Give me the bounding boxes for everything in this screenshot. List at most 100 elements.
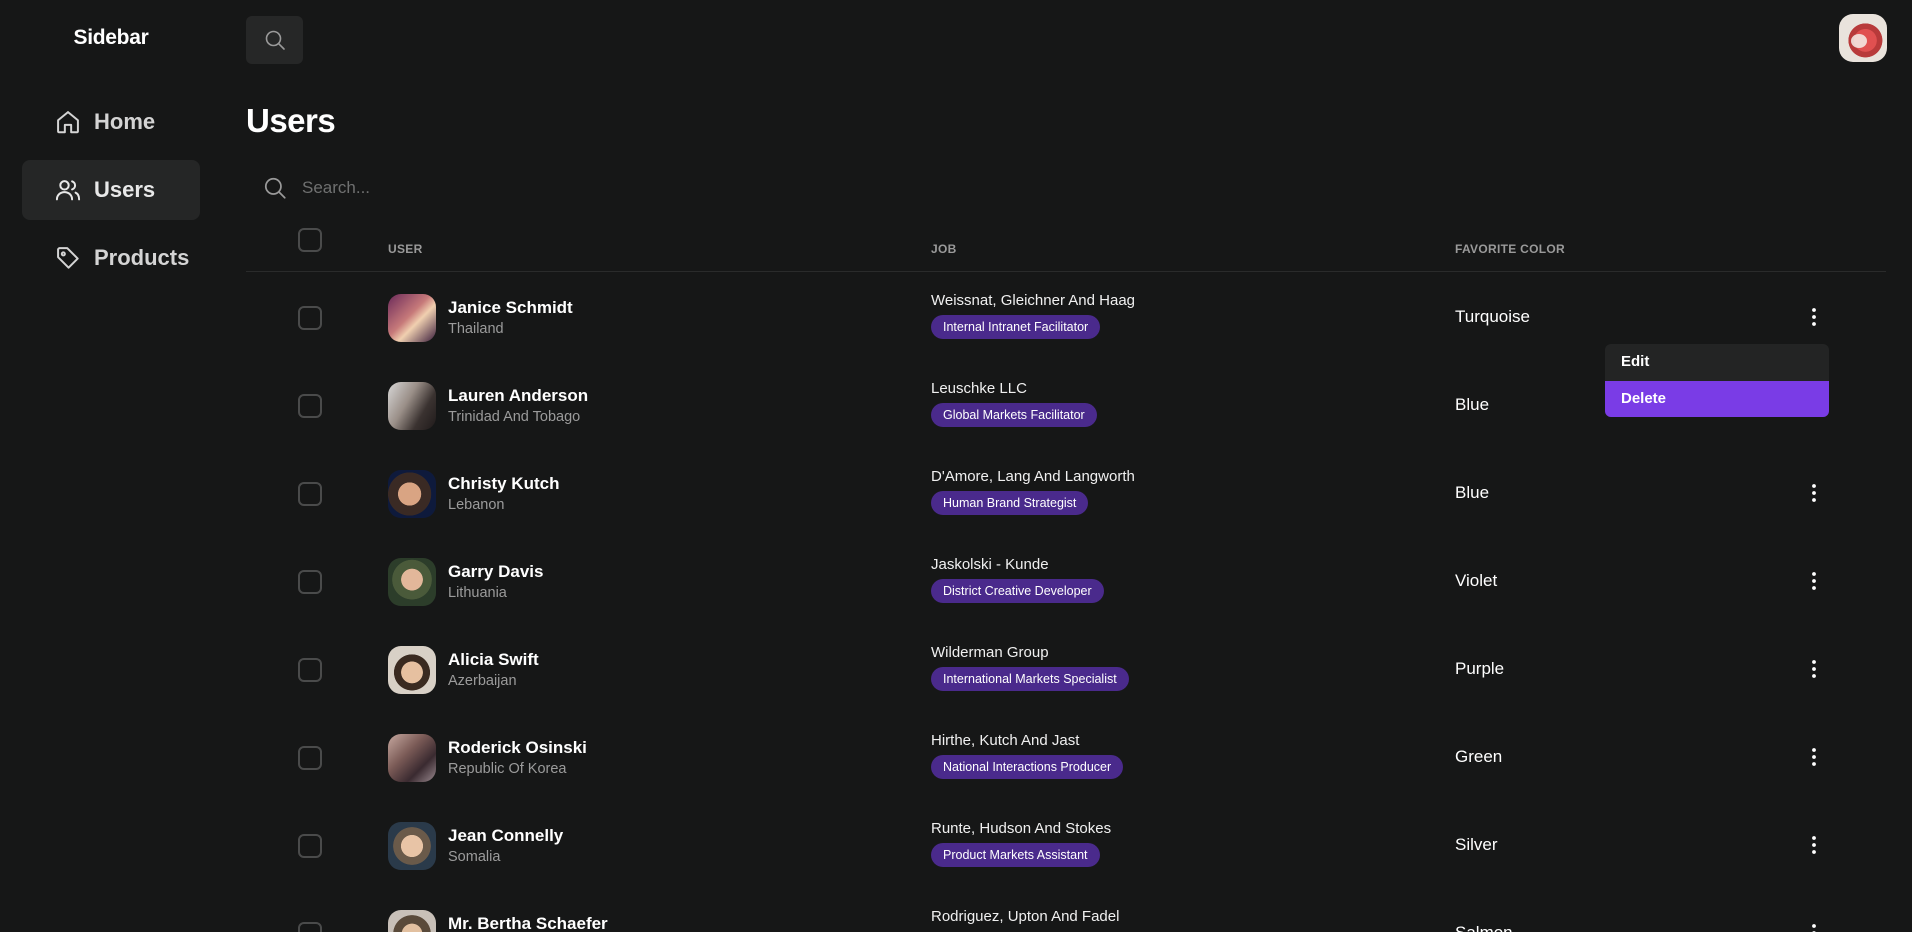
job-company: Rodriguez, Upton And Fadel bbox=[931, 908, 1120, 925]
sidebar-item-label: Users bbox=[94, 177, 156, 202]
app-root: Sidebar Home Users Products Users Search… bbox=[0, 0, 1912, 932]
user-search bbox=[262, 174, 862, 202]
job-title-badge: Global Markets Facilitator bbox=[931, 403, 1097, 427]
user-avatar[interactable] bbox=[1839, 14, 1887, 62]
user-name: Lauren Anderson bbox=[448, 386, 589, 405]
sidebar-item-users[interactable]: Users bbox=[22, 160, 200, 220]
table-row: Alicia Swift Azerbaijan Wilderman Group … bbox=[246, 626, 1886, 714]
avatar bbox=[388, 382, 436, 430]
users-icon bbox=[54, 176, 82, 204]
job-title-badge: Product Markets Assistant bbox=[931, 843, 1100, 867]
user-country: Somalia bbox=[448, 849, 501, 865]
home-icon bbox=[54, 108, 82, 136]
user-country: Lebanon bbox=[448, 497, 505, 513]
row-actions-button[interactable] bbox=[1804, 655, 1824, 683]
tag-icon bbox=[54, 244, 82, 272]
sidebar-item-products[interactable]: Products bbox=[22, 228, 200, 288]
column-header-user: USER bbox=[388, 242, 423, 256]
more-vertical-icon bbox=[1812, 836, 1816, 854]
more-vertical-icon bbox=[1812, 660, 1816, 678]
row-checkbox[interactable] bbox=[298, 394, 322, 418]
job-title-badge: National Interactions Producer bbox=[931, 755, 1124, 779]
user-country: Azerbaijan bbox=[448, 673, 517, 689]
avatar bbox=[388, 558, 436, 606]
avatar bbox=[388, 910, 436, 932]
table-row: Garry Davis Lithuania Jaskolski - Kunde … bbox=[246, 538, 1886, 626]
search-input[interactable] bbox=[302, 178, 802, 198]
avatar bbox=[388, 646, 436, 694]
table-row: Christy Kutch Lebanon D'Amore, Lang And … bbox=[246, 450, 1886, 538]
job-title-badge: International Markets Specialist bbox=[931, 667, 1129, 691]
select-all-checkbox[interactable] bbox=[298, 228, 322, 252]
table-row: Roderick Osinski Republic Of Korea Hirth… bbox=[246, 714, 1886, 802]
menu-item-delete[interactable]: Delete bbox=[1605, 380, 1829, 417]
job-title-badge: District Creative Developer bbox=[931, 579, 1104, 603]
favorite-color: Salmon bbox=[1455, 923, 1513, 932]
job-company: Jaskolski - Kunde bbox=[931, 556, 1049, 573]
row-checkbox[interactable] bbox=[298, 306, 322, 330]
sidebar-item-label: Home bbox=[94, 109, 156, 134]
column-header-job: JOB bbox=[931, 242, 957, 256]
row-actions-menu: Edit Delete bbox=[1605, 344, 1829, 417]
favorite-color: Purple bbox=[1455, 659, 1505, 678]
avatar bbox=[388, 470, 436, 518]
favorite-color: Blue bbox=[1455, 483, 1490, 502]
user-name: Janice Schmidt bbox=[448, 298, 573, 317]
more-vertical-icon bbox=[1812, 308, 1816, 326]
job-company: Weissnat, Gleichner And Haag bbox=[931, 292, 1136, 309]
user-name: Mr. Bertha Schaefer bbox=[448, 914, 608, 932]
avatar bbox=[388, 734, 436, 782]
user-name: Jean Connelly bbox=[448, 826, 564, 845]
row-checkbox[interactable] bbox=[298, 482, 322, 506]
job-company: Wilderman Group bbox=[931, 644, 1049, 661]
job-company: Runte, Hudson And Stokes bbox=[931, 820, 1112, 837]
sidebar-item-home[interactable]: Home bbox=[22, 92, 200, 152]
row-actions-button[interactable] bbox=[1804, 303, 1824, 331]
table-row: Mr. Bertha Schaefer Rodriguez, Upton And… bbox=[246, 890, 1886, 932]
user-country: Trinidad And Tobago bbox=[448, 409, 581, 425]
favorite-color: Silver bbox=[1455, 835, 1498, 854]
job-company: Hirthe, Kutch And Jast bbox=[931, 732, 1080, 749]
sidebar-brand: Sidebar bbox=[73, 26, 149, 49]
header-search-button[interactable] bbox=[246, 16, 303, 64]
row-checkbox[interactable] bbox=[298, 922, 322, 932]
favorite-color: Violet bbox=[1455, 571, 1498, 590]
row-checkbox[interactable] bbox=[298, 746, 322, 770]
avatar bbox=[388, 822, 436, 870]
job-title-badge: Human Brand Strategist bbox=[931, 491, 1089, 515]
table-header: USER JOB FAVORITE COLOR bbox=[246, 222, 1886, 272]
user-country: Thailand bbox=[448, 321, 504, 337]
favorite-color: Green bbox=[1455, 747, 1503, 766]
row-actions-button[interactable] bbox=[1804, 479, 1824, 507]
column-header-favorite-color: FAVORITE COLOR bbox=[1455, 242, 1565, 256]
user-name: Christy Kutch bbox=[448, 474, 560, 493]
page-title: Users bbox=[246, 102, 336, 139]
menu-item-edit[interactable]: Edit bbox=[1605, 344, 1829, 381]
job-company: D'Amore, Lang And Langworth bbox=[931, 468, 1135, 485]
user-country: Republic Of Korea bbox=[448, 761, 567, 777]
sidebar-item-label: Products bbox=[94, 245, 190, 270]
more-vertical-icon bbox=[1812, 572, 1816, 590]
more-vertical-icon bbox=[1812, 924, 1816, 932]
user-country: Lithuania bbox=[448, 585, 507, 601]
favorite-color: Turquoise bbox=[1455, 307, 1530, 326]
row-actions-button[interactable] bbox=[1804, 567, 1824, 595]
row-checkbox[interactable] bbox=[298, 658, 322, 682]
job-company: Leuschke LLC bbox=[931, 380, 1027, 397]
job-title-badge: Internal Intranet Facilitator bbox=[931, 315, 1101, 339]
row-checkbox[interactable] bbox=[298, 570, 322, 594]
row-actions-button[interactable] bbox=[1804, 831, 1824, 859]
search-icon bbox=[263, 28, 287, 52]
row-actions-button[interactable] bbox=[1804, 919, 1824, 932]
row-checkbox[interactable] bbox=[298, 834, 322, 858]
user-name: Roderick Osinski bbox=[448, 738, 587, 757]
favorite-color: Blue bbox=[1455, 395, 1490, 414]
user-name: Alicia Swift bbox=[448, 650, 539, 669]
avatar bbox=[388, 294, 436, 342]
sidebar: Sidebar Home Users Products bbox=[0, 0, 222, 932]
row-actions-button[interactable] bbox=[1804, 743, 1824, 771]
search-icon bbox=[262, 175, 288, 201]
more-vertical-icon bbox=[1812, 748, 1816, 766]
user-name: Garry Davis bbox=[448, 562, 544, 581]
more-vertical-icon bbox=[1812, 484, 1816, 502]
